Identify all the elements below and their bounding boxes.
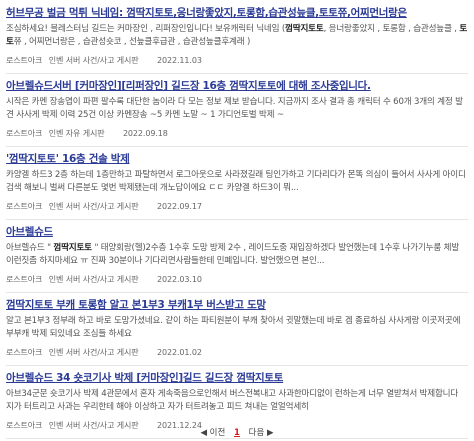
search-results-list: 허브무공 벌금 먹튀 닉네임: 껌딱지토토,응너랑좋았지,토롱함,습관성늪클,토… xyxy=(0,0,474,439)
snippet-text: 시작은 카멘 장송엽이 파편 팔수록 대단한 놈이라 다 모는 정보 제보 받습… xyxy=(6,97,463,120)
result-meta: 로스트아크 인벤 서버 사건/사고 게시판 2022.01.02 xyxy=(6,347,468,358)
current-page[interactable]: 1 xyxy=(234,428,240,438)
snippet-text: 아브34군문 숏코기사 박제 4관문에서 혼자 게속죽음으로인해서 버스전복내고… xyxy=(6,389,459,412)
result-date: 2022.01.02 xyxy=(157,348,202,357)
result-item: 껌딱지토토 부캐 토롱함 알고 본1부3 부캐1부 버스받고 도망 알고 본1부… xyxy=(6,293,468,366)
result-snippet: 카양겔 하드3 2층 하는데 1층만하고 파탈하면서 로그아웃으로 사라졌길래 … xyxy=(6,169,468,194)
snippet-text: 아브렐슈드 " xyxy=(6,243,54,253)
result-item: 아브렐슈드서버 [커마장인][리퍼장인] 길드장 16층 껌딱지토토에 대해 조… xyxy=(6,74,468,147)
result-date: 2022.09.17 xyxy=(157,202,202,211)
result-meta: 로스트아크 인벤 서버 사건/사고 게시판 2022.03.10 xyxy=(6,274,468,285)
result-item: 허브무공 벌금 먹튀 닉네임: 껌딱지토토,응너랑좋았지,토롱함,습관성늪클,토… xyxy=(6,0,468,74)
result-snippet: 알고 본1부3 정부래 하고 바로 도망가셨네요. 같이 하는 파티원분이 부캐… xyxy=(6,315,468,340)
pagination: ◀ 이전 1 다음 ▶ xyxy=(0,426,474,438)
result-snippet: 조심하세요! 블레스터님 길드는 커마장인 , 리퍼장인입니다! 보유캐릭터 닉… xyxy=(6,23,468,48)
snippet-text: 조심하세요! 블레스터님 길드는 커마장인 , 리퍼장인입니다! 보유캐릭터 닉… xyxy=(6,24,286,34)
result-board[interactable]: 인벤 서버 사건/사고 게시판 xyxy=(49,202,139,211)
result-board[interactable]: 인벤 서버 사건/사고 게시판 xyxy=(49,56,139,65)
result-board[interactable]: 인벤 자유 게시판 xyxy=(49,129,105,138)
result-board[interactable]: 인벤 서버 사건/사고 게시판 xyxy=(49,348,139,357)
result-board[interactable]: 인벤 서버 사건/사고 게시판 xyxy=(49,275,139,284)
result-title-link[interactable]: 아브렐슈드서버 [커마장인][리퍼장인] 길드장 16층 껌딱지토토에 대해 조… xyxy=(6,79,468,94)
result-source[interactable]: 로스트아크 xyxy=(6,348,42,357)
snippet-highlight: 껌딱지토토 xyxy=(53,243,92,253)
snippet-text: 카양겔 하드3 2층 하는데 1층만하고 파탈하면서 로그아웃으로 사라졌길래 … xyxy=(6,170,466,193)
result-snippet: 시작은 카멘 장송엽이 파편 팔수록 대단한 놈이라 다 모는 정보 제보 받습… xyxy=(6,96,468,121)
result-title-link[interactable]: 아브렐슈드 34 숏코기사 박제 [커마장인]길드 길드장 껌딱지토토 xyxy=(6,371,468,386)
result-snippet: 아브렐슈드 " 껌딱지토토 " 태양회랑(헬)2수층 1수후 도망 방제 2수 … xyxy=(6,242,468,267)
result-meta: 로스트아크 인벤 자유 게시판 2022.09.18 xyxy=(6,128,468,139)
result-source[interactable]: 로스트아크 xyxy=(6,275,42,284)
result-date: 2022.09.18 xyxy=(122,129,168,138)
result-title-link[interactable]: 허브무공 벌금 먹튀 닉네임: 껌딱지토토,응너랑좋았지,토롱함,습관성늪클,토… xyxy=(6,6,468,21)
snippet-text: 쮸 , 어찌먼너랑은 , 습관성숏코 , 선늪클후급관 , 습관성늪클후계래 ) xyxy=(13,36,251,47)
result-item: 아브렐슈드 아브렐슈드 " 껌딱지토토 " 태양회랑(헬)2수층 1수후 도망 … xyxy=(6,220,468,293)
result-date: 2022.03.10 xyxy=(157,275,202,284)
result-item: '껌딱지토토' 16층 건솔 박제 카양겔 하드3 2층 하는데 1층만하고 파… xyxy=(6,147,468,220)
snippet-text: , 응너랑좋았지 , 토롱함 , 습관성늪클 , xyxy=(323,24,460,34)
snippet-text: 알고 본1부3 정부래 하고 바로 도망가셨네요. 같이 하는 파티원분이 부캐… xyxy=(6,316,461,339)
snippet-highlight: 껌딱지토토 xyxy=(285,24,324,34)
result-title-link[interactable]: '껌딱지토토' 16층 건솔 박제 xyxy=(6,152,468,167)
result-source[interactable]: 로스트아크 xyxy=(6,56,42,65)
result-meta: 로스트아크 인벤 서버 사건/사고 게시판 2022.09.17 xyxy=(6,201,468,212)
next-page-button[interactable]: 다음 ▶ xyxy=(249,428,274,438)
result-snippet: 아브34군문 숏코기사 박제 4관문에서 혼자 게속죽음으로인해서 버스전복내고… xyxy=(6,388,468,413)
result-source[interactable]: 로스트아크 xyxy=(6,202,42,211)
result-title-link[interactable]: 껌딱지토토 부캐 토롱함 알고 본1부3 부캐1부 버스받고 도망 xyxy=(6,298,468,313)
result-meta: 로스트아크 인벤 서버 사건/사고 게시판 2022.11.03 xyxy=(6,55,468,66)
result-source[interactable]: 로스트아크 xyxy=(6,129,42,138)
prev-page-button[interactable]: ◀ 이전 xyxy=(200,428,225,438)
result-date: 2022.11.03 xyxy=(157,56,202,65)
result-title-link[interactable]: 아브렐슈드 xyxy=(6,225,468,240)
